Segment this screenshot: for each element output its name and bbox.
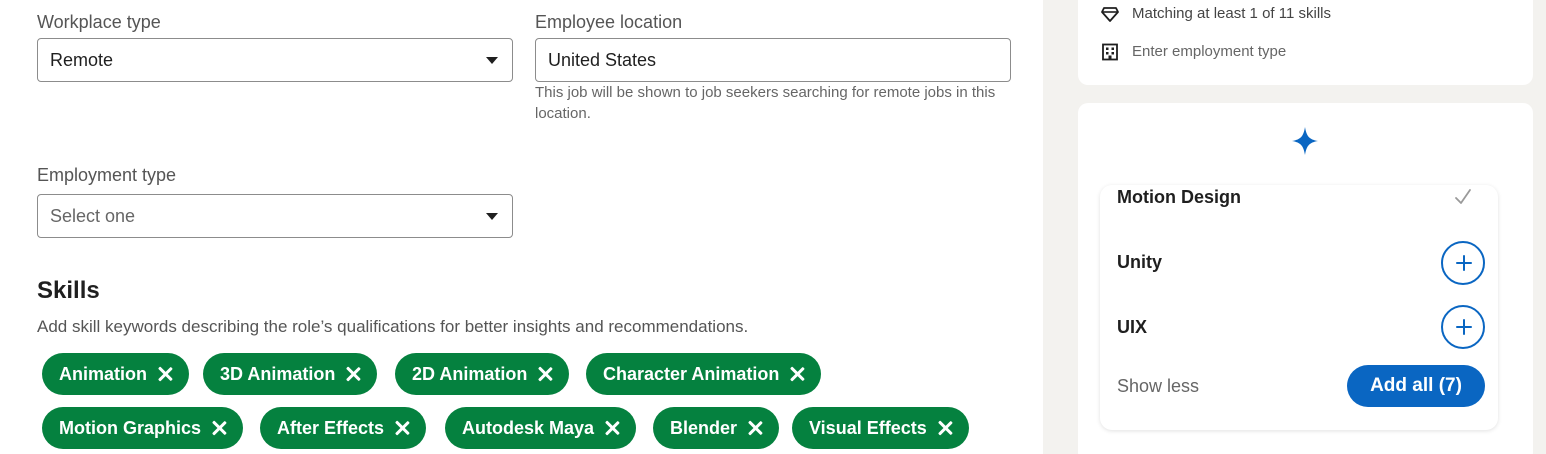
skill-pill[interactable]: 3D Animation	[203, 353, 378, 395]
skill-pill-label: Blender	[670, 417, 738, 438]
skills-heading: Skills	[37, 277, 100, 304]
skills-description: Add skill keywords describing the role’s…	[37, 317, 749, 336]
check-icon	[1455, 189, 1471, 204]
suggested-skill-name: UIX	[1117, 317, 1148, 337]
skill-pill[interactable]: Autodesk Maya	[445, 407, 637, 449]
suggested-skill-name: Unity	[1117, 252, 1162, 272]
skill-pill-label: 3D Animation	[220, 363, 336, 384]
close-icon[interactable]	[535, 364, 555, 384]
close-icon[interactable]	[343, 364, 363, 384]
employee-location-label: Employee location	[535, 12, 683, 32]
close-icon[interactable]	[787, 364, 807, 384]
skill-pill-label: Visual Effects	[809, 417, 927, 438]
close-icon[interactable]	[209, 418, 229, 438]
match-text: Matching at least 1 of 11 skills	[1132, 5, 1331, 22]
add-skill-button[interactable]	[1441, 305, 1485, 349]
suggested-skill-name: Motion Design	[1117, 187, 1241, 207]
skill-pill-label: Animation	[59, 363, 147, 384]
employee-location-hint: This job will be shown to job seekers se…	[535, 84, 996, 122]
caret-down-icon	[486, 213, 498, 220]
add-skill-button[interactable]	[1441, 241, 1485, 285]
skill-pill-label: After Effects	[277, 417, 385, 438]
close-icon[interactable]	[602, 418, 622, 438]
employment-type-placeholder: Select one	[50, 205, 136, 226]
close-icon[interactable]	[745, 418, 765, 438]
add-all-button[interactable]: Add all (7)	[1347, 365, 1485, 407]
employment-type-label: Employment type	[37, 165, 177, 185]
caret-down-icon	[486, 57, 498, 64]
skill-pill-label: Character Animation	[603, 363, 780, 384]
workplace-type-label: Workplace type	[37, 12, 161, 32]
diamond-icon	[1101, 7, 1119, 22]
close-icon[interactable]	[935, 418, 955, 438]
job-form-panel: Workplace type Remote Employee location …	[0, 0, 1043, 454]
skill-pill-label: 2D Animation	[412, 363, 528, 384]
workplace-type-value: Remote	[50, 49, 114, 70]
skill-pill[interactable]: Character Animation	[586, 353, 822, 395]
employee-location-value: United States	[548, 49, 657, 70]
employee-location-input[interactable]: United States	[535, 38, 1011, 82]
skill-pill[interactable]: After Effects	[260, 407, 427, 449]
skill-pill[interactable]: Visual Effects	[792, 407, 969, 449]
skill-pill-label: Motion Graphics	[59, 417, 202, 438]
skill-pill-label: Autodesk Maya	[462, 417, 595, 438]
employment-type-hint: Enter employment type	[1132, 43, 1287, 60]
building-icon	[1102, 43, 1118, 61]
skill-pill[interactable]: 2D Animation	[395, 353, 570, 395]
ai-sparkle-icon	[1292, 127, 1318, 155]
close-icon[interactable]	[392, 418, 412, 438]
employment-type-select[interactable]: Select one	[37, 194, 513, 238]
skill-pill[interactable]: Animation	[42, 353, 189, 395]
show-less-link[interactable]: Show less	[1117, 376, 1199, 397]
close-icon[interactable]	[155, 364, 175, 384]
workplace-type-select[interactable]: Remote	[37, 38, 513, 82]
skill-pill[interactable]: Blender	[653, 407, 780, 449]
skill-pill[interactable]: Motion Graphics	[42, 407, 244, 449]
